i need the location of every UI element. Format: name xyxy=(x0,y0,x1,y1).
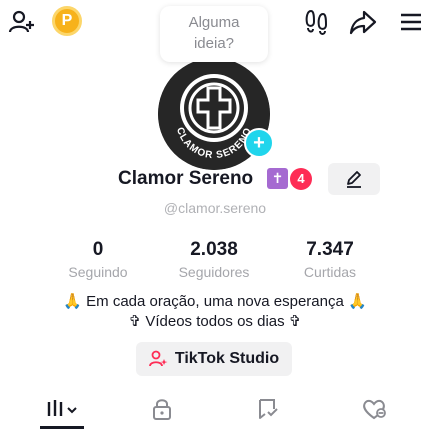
pencil-icon xyxy=(347,171,361,188)
repost-icon xyxy=(259,399,278,419)
bio-line-2: ✞ Vídeos todos os dias ✞ xyxy=(128,313,302,330)
edit-profile-button[interactable] xyxy=(328,163,380,195)
idea-bubble-line2: ideia? xyxy=(193,35,235,52)
tab-reposts[interactable] xyxy=(246,392,290,426)
lock-icon xyxy=(153,399,171,420)
display-name: Clamor Sereno xyxy=(118,168,254,189)
tiktok-studio-button[interactable]: TikTok Studio xyxy=(136,342,292,376)
add-photo-plus-icon[interactable]: + xyxy=(244,128,274,158)
tiktok-studio-label: TikTok Studio xyxy=(174,350,280,367)
likes-label[interactable]: Curtidas xyxy=(270,264,390,280)
tab-videos[interactable] xyxy=(38,392,88,426)
following-label[interactable]: Seguindo xyxy=(38,264,158,280)
likes-count[interactable]: 7.347 xyxy=(270,239,390,261)
username: @clamor.sereno xyxy=(163,200,267,216)
liked-icon xyxy=(363,399,386,420)
followers-count[interactable]: 2.038 xyxy=(154,239,274,261)
share-icon[interactable] xyxy=(346,6,380,38)
tab-private[interactable] xyxy=(140,392,184,426)
cross-badge-icon: ✝ xyxy=(267,168,288,189)
add-user-icon[interactable] xyxy=(6,6,38,38)
active-tab-indicator xyxy=(40,426,84,429)
following-count[interactable]: 0 xyxy=(38,239,158,261)
footprints-icon[interactable] xyxy=(300,6,334,38)
videos-grid-icon xyxy=(47,400,77,416)
tab-liked[interactable] xyxy=(352,392,396,426)
notification-badge[interactable]: 4 xyxy=(290,168,312,190)
idea-bubble-line1: Alguma xyxy=(188,14,240,31)
bio-line-1: 🙏 Em cada oração, uma nova esperança 🙏 xyxy=(63,293,367,310)
followers-label[interactable]: Seguidores xyxy=(154,264,274,280)
idea-bubble[interactable]: Alguma ideia? xyxy=(160,6,268,62)
coin-letter: P xyxy=(61,12,73,29)
hamburger-menu-icon[interactable] xyxy=(394,6,428,38)
studio-icon xyxy=(148,350,168,367)
coin-icon[interactable]: P xyxy=(52,6,82,36)
